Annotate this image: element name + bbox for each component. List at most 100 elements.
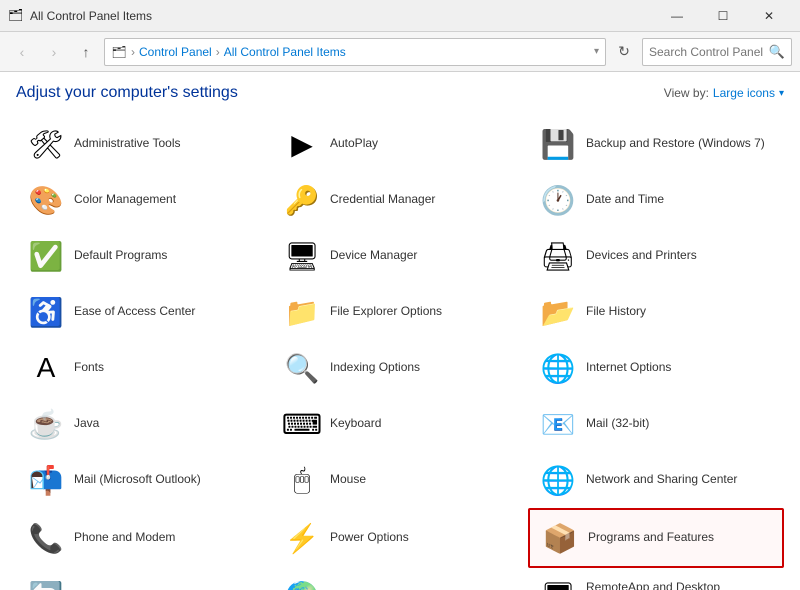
item-label: Devices and Printers — [586, 248, 697, 264]
item-label: Java — [74, 416, 99, 432]
search-icon: 🔍 — [769, 44, 785, 60]
forward-button[interactable]: › — [40, 38, 68, 66]
grid-item[interactable]: A Fonts — [16, 340, 272, 396]
view-by-value[interactable]: Large icons — [713, 86, 775, 100]
item-label: Internet Options — [586, 360, 671, 376]
view-by-label: View by: — [664, 86, 709, 100]
item-icon: ⚡ — [282, 518, 322, 558]
grid-item[interactable]: ✅ Default Programs — [16, 228, 272, 284]
item-icon: 🖥 — [538, 576, 578, 590]
item-label: Mail (32-bit) — [586, 416, 649, 432]
maximize-button[interactable]: ☐ — [700, 0, 746, 32]
item-icon: 💾 — [538, 124, 578, 164]
item-icon: 📂 — [538, 292, 578, 332]
minimize-button[interactable]: — — [654, 0, 700, 32]
item-icon: 🌐 — [538, 348, 578, 388]
grid-item[interactable]: 📞 Phone and Modem — [16, 508, 272, 568]
items-grid: 🛠 Administrative Tools ▶ AutoPlay 💾 Backup an… — [16, 116, 784, 590]
grid-item[interactable]: 🕐 Date and Time — [528, 172, 784, 228]
item-icon: 📦 — [540, 518, 580, 558]
grid-item[interactable]: 🔍Indexing Options — [272, 340, 528, 396]
item-icon: ⌨ — [282, 404, 322, 444]
grid-item[interactable]: 🌐 Network and Sharing Center — [528, 452, 784, 508]
item-label: RemoteApp and Desktop Connections — [586, 580, 774, 590]
grid-item[interactable]: 🖥 Device Manager — [272, 228, 528, 284]
item-icon: A — [26, 348, 66, 388]
item-icon: 📞 — [26, 518, 66, 558]
search-box[interactable]: 🔍 — [642, 38, 792, 66]
grid-item[interactable]: 🖱 Mouse — [272, 452, 528, 508]
grid-item[interactable]: 🌍Region — [272, 568, 528, 590]
address-bar: ‹ › ↑ 🗂 › Control Panel › All Control Pa… — [0, 32, 800, 72]
grid-item[interactable]: 🌐 Internet Options — [528, 340, 784, 396]
refresh-button[interactable]: ↻ — [610, 38, 638, 66]
up-button[interactable]: ↑ — [72, 38, 100, 66]
grid-item[interactable]: 🔑 Credential Manager — [272, 172, 528, 228]
grid-item[interactable]: 🖥 RemoteApp and Desktop Connections — [528, 568, 784, 590]
item-icon: 🎨 — [26, 180, 66, 220]
item-icon: ▶ — [282, 124, 322, 164]
grid-item[interactable]: 🖨Devices and Printers — [528, 228, 784, 284]
grid-item[interactable]: 📁File Explorer Options — [272, 284, 528, 340]
item-icon: ♿ — [26, 292, 66, 332]
title-bar-text: All Control Panel Items — [30, 9, 654, 23]
item-label: Default Programs — [74, 248, 167, 264]
item-label: Device Manager — [330, 248, 417, 264]
path-icon: 🗂 — [111, 44, 127, 60]
item-label: Credential Manager — [330, 192, 435, 208]
title-bar-controls: — ☐ ✕ — [654, 0, 792, 32]
item-label: Keyboard — [330, 416, 381, 432]
item-label: Phone and Modem — [74, 530, 175, 546]
item-icon: 📧 — [538, 404, 578, 444]
address-chevron-icon[interactable]: ▾ — [594, 46, 599, 57]
item-icon: 🕐 — [538, 180, 578, 220]
grid-item[interactable]: 📦 Programs and Features — [528, 508, 784, 568]
item-label: AutoPlay — [330, 136, 378, 152]
item-icon: 📬 — [26, 460, 66, 500]
item-icon: 🔄 — [26, 576, 66, 590]
grid-item[interactable]: ♿ Ease of Access Center — [16, 284, 272, 340]
item-label: Backup and Restore (Windows 7) — [586, 136, 765, 152]
item-icon: ✅ — [26, 236, 66, 276]
view-by-control: View by: Large icons ▾ — [664, 86, 784, 100]
item-icon: 🛠 — [26, 124, 66, 164]
grid-item[interactable]: 🎨 Color Management — [16, 172, 272, 228]
grid-item[interactable]: 📬 Mail (Microsoft Outlook) — [16, 452, 272, 508]
title-bar: 🗂 All Control Panel Items — ☐ ✕ — [0, 0, 800, 32]
item-label: Network and Sharing Center — [586, 472, 737, 488]
grid-item[interactable]: ☕Java — [16, 396, 272, 452]
back-button[interactable]: ‹ — [8, 38, 36, 66]
search-input[interactable] — [649, 45, 765, 59]
grid-item[interactable]: 📧 Mail (32-bit) — [528, 396, 784, 452]
item-label: Administrative Tools — [74, 136, 181, 152]
grid-item[interactable]: 📂 File History — [528, 284, 784, 340]
grid-item[interactable]: ⚡ Power Options — [272, 508, 528, 568]
item-icon: 🌐 — [538, 460, 578, 500]
item-label: Mail (Microsoft Outlook) — [74, 472, 201, 488]
item-label: Ease of Access Center — [74, 304, 195, 320]
grid-item[interactable]: 💾 Backup and Restore (Windows 7) — [528, 116, 784, 172]
grid-item[interactable]: ⌨ Keyboard — [272, 396, 528, 452]
item-icon: 🖱 — [282, 460, 322, 500]
item-label: Power Options — [330, 530, 409, 546]
item-icon: 🔑 — [282, 180, 322, 220]
title-bar-icon: 🗂 — [8, 8, 24, 24]
item-label: Fonts — [74, 360, 104, 376]
main-area: Adjust your computer's settings View by:… — [0, 72, 800, 590]
grid-item[interactable]: 🛠 Administrative Tools — [16, 116, 272, 172]
content-header: Adjust your computer's settings View by:… — [16, 84, 784, 102]
item-icon: 🖥 — [282, 236, 322, 276]
item-label: Mouse — [330, 472, 366, 488]
item-label: Programs and Features — [588, 530, 714, 546]
page-title: Adjust your computer's settings — [16, 84, 238, 102]
close-button[interactable]: ✕ — [746, 0, 792, 32]
path-control-panel[interactable]: Control Panel — [139, 45, 212, 59]
view-by-arrow-icon[interactable]: ▾ — [779, 88, 784, 99]
item-label: Color Management — [74, 192, 176, 208]
item-label: File History — [586, 304, 646, 320]
item-label: Date and Time — [586, 192, 664, 208]
grid-item[interactable]: 🔄Recovery — [16, 568, 272, 590]
item-icon: 🌍 — [282, 576, 322, 590]
path-all-items[interactable]: All Control Panel Items — [224, 45, 346, 59]
grid-item[interactable]: ▶ AutoPlay — [272, 116, 528, 172]
